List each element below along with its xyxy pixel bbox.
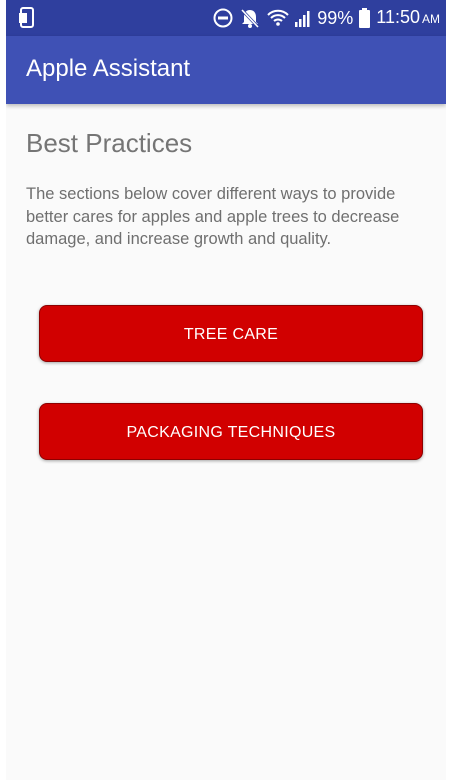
status-bar: 99% 11:50 AM — [6, 0, 446, 36]
wifi-icon — [267, 8, 289, 28]
tree-care-button[interactable]: TREE CARE — [39, 305, 423, 362]
battery-percent: 99% — [317, 8, 354, 28]
packaging-techniques-button[interactable]: PACKAGING TECHNIQUES — [39, 403, 423, 460]
app-title: Apple Assistant — [26, 55, 191, 82]
phone-screen: 99% 11:50 AM Apple Assistant Best Practic… — [6, 0, 446, 780]
status-icons: 99% 11:50 AM — [213, 0, 440, 36]
notifications-off-icon — [239, 7, 261, 29]
page-heading: Best Practices — [26, 128, 193, 158]
screenshot-icon — [18, 7, 38, 29]
app-bar: Apple Assistant — [6, 36, 446, 104]
status-time: 11:50 AM — [376, 0, 440, 37]
battery-icon — [359, 8, 371, 28]
status-clock: 11:50 — [376, 7, 420, 27]
description-text: The sections below cover different ways … — [26, 185, 400, 248]
signal-icon — [295, 9, 311, 27]
status-ampm: AM — [422, 12, 440, 26]
do-not-disturb-icon — [213, 8, 233, 28]
